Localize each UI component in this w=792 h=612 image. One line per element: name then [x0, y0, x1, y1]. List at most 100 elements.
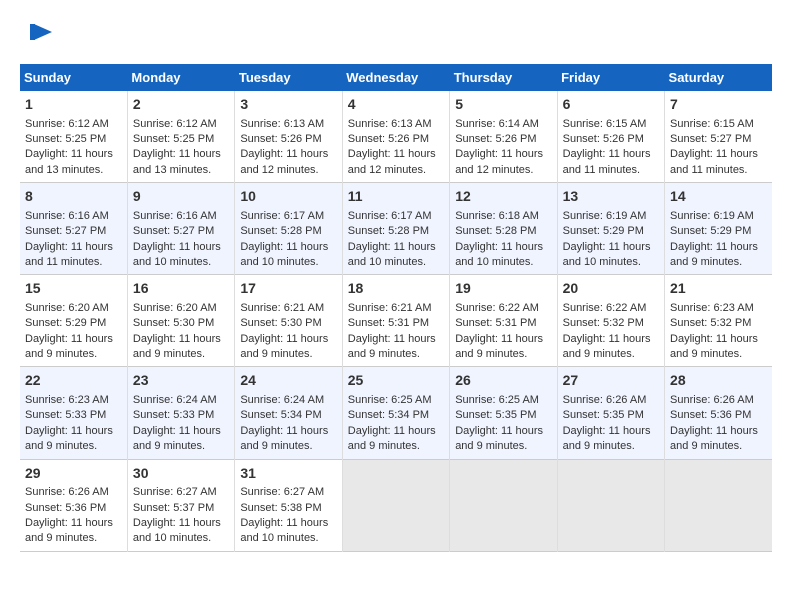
- sunset-text: Sunset: 5:32 PM: [563, 316, 659, 331]
- day-number: 17: [240, 279, 336, 299]
- calendar-cell: 10Sunrise: 6:17 AMSunset: 5:28 PMDayligh…: [235, 183, 342, 275]
- day-number: 1: [25, 95, 122, 115]
- calendar-cell: 22Sunrise: 6:23 AMSunset: 5:33 PMDayligh…: [20, 367, 127, 459]
- sunset-text: Sunset: 5:27 PM: [133, 224, 229, 239]
- sunset-text: Sunset: 5:30 PM: [240, 316, 336, 331]
- day-number: 11: [348, 187, 444, 207]
- day-number: 15: [25, 279, 122, 299]
- calendar-cell: 7Sunrise: 6:15 AMSunset: 5:27 PMDaylight…: [665, 91, 772, 183]
- day-number: 29: [25, 464, 122, 484]
- day-number: 8: [25, 187, 122, 207]
- sunset-text: Sunset: 5:28 PM: [455, 224, 551, 239]
- day-number: 28: [670, 371, 767, 391]
- sunrise-text: Sunrise: 6:24 AM: [240, 393, 336, 408]
- day-number: 19: [455, 279, 551, 299]
- calendar-cell: 12Sunrise: 6:18 AMSunset: 5:28 PMDayligh…: [450, 183, 557, 275]
- day-number: 20: [563, 279, 659, 299]
- calendar-cell: 14Sunrise: 6:19 AMSunset: 5:29 PMDayligh…: [665, 183, 772, 275]
- weekday-header: Wednesday: [342, 64, 449, 91]
- calendar-cell: 13Sunrise: 6:19 AMSunset: 5:29 PMDayligh…: [557, 183, 664, 275]
- sunrise-text: Sunrise: 6:16 AM: [25, 209, 122, 224]
- sunset-text: Sunset: 5:36 PM: [25, 501, 122, 516]
- daylight-text: Daylight: 11 hours and 12 minutes.: [240, 147, 336, 178]
- sunset-text: Sunset: 5:35 PM: [455, 408, 551, 423]
- sunrise-text: Sunrise: 6:25 AM: [348, 393, 444, 408]
- calendar-cell: 20Sunrise: 6:22 AMSunset: 5:32 PMDayligh…: [557, 275, 664, 367]
- sunset-text: Sunset: 5:33 PM: [133, 408, 229, 423]
- sunrise-text: Sunrise: 6:21 AM: [348, 301, 444, 316]
- logo: [20, 20, 52, 48]
- calendar-cell: 18Sunrise: 6:21 AMSunset: 5:31 PMDayligh…: [342, 275, 449, 367]
- daylight-text: Daylight: 11 hours and 9 minutes.: [348, 332, 444, 363]
- sunrise-text: Sunrise: 6:27 AM: [133, 485, 229, 500]
- sunrise-text: Sunrise: 6:14 AM: [455, 117, 551, 132]
- sunset-text: Sunset: 5:25 PM: [25, 132, 122, 147]
- daylight-text: Daylight: 11 hours and 9 minutes.: [25, 424, 122, 455]
- sunset-text: Sunset: 5:31 PM: [455, 316, 551, 331]
- sunset-text: Sunset: 5:33 PM: [25, 408, 122, 423]
- calendar-row: 29Sunrise: 6:26 AMSunset: 5:36 PMDayligh…: [20, 459, 772, 551]
- day-number: 10: [240, 187, 336, 207]
- sunset-text: Sunset: 5:35 PM: [563, 408, 659, 423]
- day-number: 2: [133, 95, 229, 115]
- day-number: 3: [240, 95, 336, 115]
- day-number: 16: [133, 279, 229, 299]
- calendar-row: 8 Sunrise: 6:16 AM Sunset: 5:27 PM Daylight…: [20, 183, 772, 275]
- sunset-text: Sunset: 5:37 PM: [133, 501, 229, 516]
- day-number: 21: [670, 279, 767, 299]
- sunrise-text: Sunrise: 6:13 AM: [348, 117, 444, 132]
- sunset-text: Sunset: 5:28 PM: [348, 224, 444, 239]
- sunset-text: Sunset: 5:26 PM: [455, 132, 551, 147]
- sunrise-text: Sunrise: 6:19 AM: [670, 209, 767, 224]
- sunset-text: Sunset: 5:26 PM: [563, 132, 659, 147]
- sunset-text: Sunset: 5:28 PM: [240, 224, 336, 239]
- daylight-text: Daylight: 11 hours and 10 minutes.: [240, 240, 336, 271]
- weekday-header: Monday: [127, 64, 234, 91]
- daylight-text: Daylight: 11 hours and 9 minutes.: [240, 332, 336, 363]
- weekday-header: Tuesday: [235, 64, 342, 91]
- sunrise-text: Sunrise: 6:27 AM: [240, 485, 336, 500]
- daylight-text: Daylight: 11 hours and 13 minutes.: [25, 147, 122, 178]
- sunset-text: Sunset: 5:34 PM: [240, 408, 336, 423]
- calendar-cell: 24Sunrise: 6:24 AMSunset: 5:34 PMDayligh…: [235, 367, 342, 459]
- page-header: [20, 20, 772, 48]
- day-number: 5: [455, 95, 551, 115]
- daylight-text: Daylight: 11 hours and 9 minutes.: [25, 332, 122, 363]
- sunset-text: Sunset: 5:25 PM: [133, 132, 229, 147]
- daylight-text: Daylight: 11 hours and 11 minutes.: [563, 147, 659, 178]
- day-number: 30: [133, 464, 229, 484]
- calendar-cell: 3Sunrise: 6:13 AMSunset: 5:26 PMDaylight…: [235, 91, 342, 183]
- day-number: 9: [133, 187, 229, 207]
- daylight-text: Daylight: 11 hours and 11 minutes.: [670, 147, 767, 178]
- weekday-header: Friday: [557, 64, 664, 91]
- sunset-text: Sunset: 5:32 PM: [670, 316, 767, 331]
- sunrise-text: Sunrise: 6:22 AM: [455, 301, 551, 316]
- daylight-text: Daylight: 11 hours and 10 minutes.: [348, 240, 444, 271]
- daylight-text: Daylight: 11 hours and 10 minutes.: [455, 240, 551, 271]
- weekday-header: Saturday: [665, 64, 772, 91]
- calendar-cell: 25Sunrise: 6:25 AMSunset: 5:34 PMDayligh…: [342, 367, 449, 459]
- daylight-text: Daylight: 11 hours and 9 minutes.: [133, 332, 229, 363]
- sunrise-text: Sunrise: 6:12 AM: [133, 117, 229, 132]
- daylight-text: Daylight: 11 hours and 9 minutes.: [670, 240, 767, 271]
- daylight-text: Daylight: 11 hours and 9 minutes.: [670, 424, 767, 455]
- sunrise-text: Sunrise: 6:20 AM: [25, 301, 122, 316]
- sunrise-text: Sunrise: 6:15 AM: [563, 117, 659, 132]
- daylight-text: Daylight: 11 hours and 11 minutes.: [25, 240, 122, 271]
- day-number: 12: [455, 187, 551, 207]
- sunset-text: Sunset: 5:29 PM: [670, 224, 767, 239]
- daylight-text: Daylight: 11 hours and 9 minutes.: [455, 424, 551, 455]
- sunrise-text: Sunrise: 6:23 AM: [670, 301, 767, 316]
- calendar-cell: 4Sunrise: 6:13 AMSunset: 5:26 PMDaylight…: [342, 91, 449, 183]
- calendar-cell: 6 Sunrise: 6:15 AMSunset: 5:26 PMDaylight…: [557, 91, 664, 183]
- daylight-text: Daylight: 11 hours and 9 minutes.: [670, 332, 767, 363]
- logo-icon: [24, 20, 52, 48]
- daylight-text: Daylight: 11 hours and 12 minutes.: [348, 147, 444, 178]
- calendar-cell: 17Sunrise: 6:21 AMSunset: 5:30 PMDayligh…: [235, 275, 342, 367]
- calendar-cell: 23Sunrise: 6:24 AMSunset: 5:33 PMDayligh…: [127, 367, 234, 459]
- daylight-text: Daylight: 11 hours and 12 minutes.: [455, 147, 551, 178]
- calendar-cell: 31Sunrise: 6:27 AMSunset: 5:38 PMDayligh…: [235, 459, 342, 551]
- day-number: 6: [563, 95, 659, 115]
- day-number: 4: [348, 95, 444, 115]
- sunrise-text: Sunrise: 6:26 AM: [670, 393, 767, 408]
